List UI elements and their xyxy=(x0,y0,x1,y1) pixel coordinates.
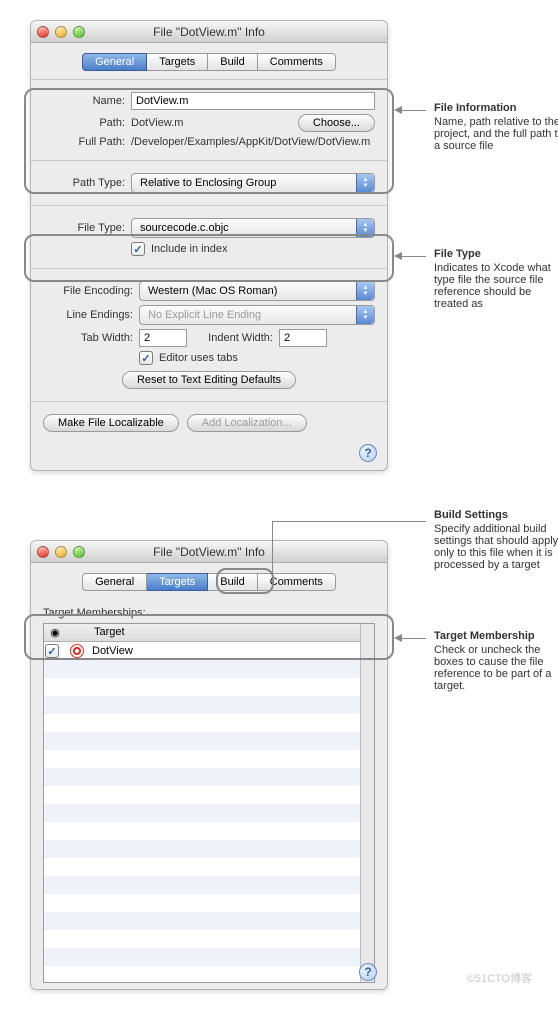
include-in-index-label: Include in index xyxy=(151,243,227,255)
watermark: ©51CTO博客 xyxy=(467,970,532,986)
target-row-name: DotView xyxy=(88,645,374,657)
window-title: File "DotView.m" Info xyxy=(31,25,387,39)
section-encoding: File Encoding: Western (Mac OS Roman) ▲▼… xyxy=(31,268,387,401)
table-row[interactable]: DotView xyxy=(44,642,374,660)
lineendings-popup[interactable]: No Explicit Line Ending ▲▼ xyxy=(139,305,375,325)
info-window-targets: File "DotView.m" Info General Targets Bu… xyxy=(30,540,388,990)
col-target-header[interactable]: Target xyxy=(88,624,374,641)
annot-file-info-title: File Information xyxy=(434,102,558,114)
scrollbar[interactable] xyxy=(360,624,374,982)
annot-target-title: Target Membership xyxy=(434,630,558,642)
pathtype-value: Relative to Enclosing Group xyxy=(140,177,276,189)
filetype-value: sourcecode.c.objc xyxy=(140,222,229,234)
annot-file-info-body: Name, path relative to the project, and … xyxy=(434,116,558,152)
annot-target-body: Check or uncheck the boxes to cause the … xyxy=(434,644,551,692)
annot-file-type-body: Indicates to Xcode what type file the so… xyxy=(434,262,551,310)
chevron-updown-icon: ▲▼ xyxy=(356,174,374,192)
pathtype-label: Path Type: xyxy=(43,177,125,189)
fullpath-value: /Developer/Examples/AppKit/DotView/DotVi… xyxy=(131,136,375,148)
name-field[interactable]: DotView.m xyxy=(131,92,375,110)
target-memberships-table: ◉ Target DotView xyxy=(43,623,375,983)
tab-build[interactable]: Build xyxy=(208,53,257,71)
section-file-type: File Type: sourcecode.c.objc ▲▼ Include … xyxy=(31,205,387,268)
chevron-updown-icon: ▲▼ xyxy=(356,306,374,324)
chevron-updown-icon: ▲▼ xyxy=(356,219,374,237)
section-file-info: Name: DotView.m Path: DotView.m Choose..… xyxy=(31,79,387,160)
window-title: File "DotView.m" Info xyxy=(31,545,387,559)
indentwidth-label: Indent Width: xyxy=(187,332,273,344)
name-label: Name: xyxy=(43,95,125,107)
add-localization-button[interactable]: Add Localization... xyxy=(187,414,307,432)
tab-comments[interactable]: Comments xyxy=(258,573,336,591)
tabs: General Targets Build Comments xyxy=(31,43,387,79)
fileencoding-label: File Encoding: xyxy=(43,285,133,297)
make-localizable-button[interactable]: Make File Localizable xyxy=(43,414,179,432)
pathtype-popup[interactable]: Relative to Enclosing Group ▲▼ xyxy=(131,173,375,193)
tab-build[interactable]: Build xyxy=(208,573,257,591)
annot-build-title: Build Settings xyxy=(434,509,558,521)
editor-uses-tabs-checkbox[interactable] xyxy=(139,351,153,365)
tab-general[interactable]: General xyxy=(82,573,147,591)
tab-targets[interactable]: Targets xyxy=(147,53,208,71)
lineendings-label: Line Endings: xyxy=(43,309,133,321)
target-icon xyxy=(70,644,84,658)
help-icon[interactable]: ? xyxy=(359,444,377,462)
tab-general[interactable]: General xyxy=(82,53,147,71)
info-window-general: File "DotView.m" Info General Targets Bu… xyxy=(30,20,388,471)
tab-targets[interactable]: Targets xyxy=(147,573,208,591)
target-row-checkbox[interactable] xyxy=(45,644,59,658)
titlebar[interactable]: File "DotView.m" Info xyxy=(31,21,387,43)
fileencoding-value: Western (Mac OS Roman) xyxy=(148,285,277,297)
lineendings-value: No Explicit Line Ending xyxy=(148,309,261,321)
help-icon[interactable]: ? xyxy=(359,963,377,981)
section-path-type: Path Type: Relative to Enclosing Group ▲… xyxy=(31,160,387,205)
reset-button[interactable]: Reset to Text Editing Defaults xyxy=(122,371,296,389)
path-label: Path: xyxy=(43,117,125,129)
annot-file-type-title: File Type xyxy=(434,248,558,260)
chevron-updown-icon: ▲▼ xyxy=(356,282,374,300)
filetype-label: File Type: xyxy=(43,222,125,234)
target-memberships-label: Target Memberships: xyxy=(43,607,375,619)
editor-uses-tabs-label: Editor uses tabs xyxy=(159,352,238,364)
tabwidth-field[interactable]: 2 xyxy=(139,329,187,347)
annot-build-body: Specify additional build settings that s… xyxy=(434,523,558,571)
col-checkbox-header[interactable]: ◉ xyxy=(44,624,66,641)
include-in-index-checkbox[interactable] xyxy=(131,242,145,256)
titlebar[interactable]: File "DotView.m" Info xyxy=(31,541,387,563)
indentwidth-field[interactable]: 2 xyxy=(279,329,327,347)
filetype-popup[interactable]: sourcecode.c.objc ▲▼ xyxy=(131,218,375,238)
section-localization: Make File Localizable Add Localization..… xyxy=(31,401,387,470)
tab-comments[interactable]: Comments xyxy=(258,53,336,71)
choose-button[interactable]: Choose... xyxy=(298,114,375,132)
tabs: General Targets Build Comments xyxy=(31,563,387,599)
path-value: DotView.m xyxy=(131,117,298,129)
fileencoding-popup[interactable]: Western (Mac OS Roman) ▲▼ xyxy=(139,281,375,301)
tabwidth-label: Tab Width: xyxy=(43,332,133,344)
fullpath-label: Full Path: xyxy=(43,136,125,148)
